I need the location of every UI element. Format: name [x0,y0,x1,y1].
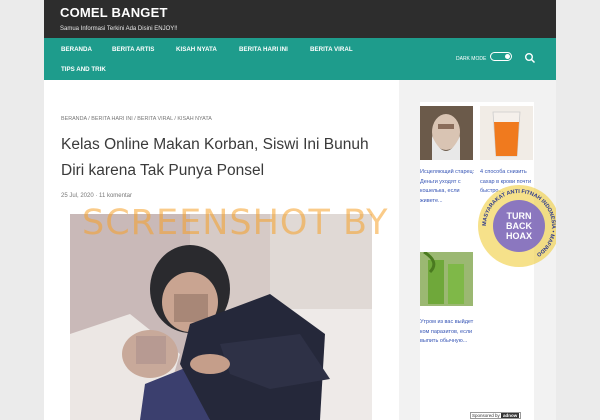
badge-line-2: BACK [506,221,532,231]
turn-back-hoax-badge: MASYARAKAT ANTI FITNAH INDONESIA • MAFIN… [478,185,556,267]
nav-item-tips-and-trik[interactable]: TIPS AND TRIK [61,66,106,73]
ad-thumb-green-drink[interactable] [420,252,473,306]
site-title[interactable]: COMEL BANGET [60,5,556,20]
article-photo-art [70,214,372,420]
ad-caption-3[interactable]: Утром из вас выйдет ком паразитов, если … [420,318,480,347]
nav-item-berita-hari-ini[interactable]: BERITA HARI INI [239,46,288,53]
site-header: COMEL BANGET Samua Informasi Terkini Ada… [44,0,556,38]
breadcrumb[interactable]: BERANDA / BERITA HARI INI / BERITA VIRAL… [61,116,212,122]
article-column: BERANDA / BERITA HARI INI / BERITA VIRAL… [44,80,399,420]
toggle-knob [505,54,510,59]
article-date: 25 Jul, 2020 [61,193,94,199]
article-title: Kelas Online Makan Korban, Siswi Ini Bun… [61,136,369,179]
nav-item-berita-viral[interactable]: BERITA VIRAL [310,46,353,53]
dark-mode-toggle[interactable] [490,52,512,61]
nav-item-beranda[interactable]: BERANDA [61,46,92,53]
ad-caption-1[interactable]: Исцеляющий старец: Деньги уходят с кошел… [420,168,476,206]
nav-item-berita-artis[interactable]: BERITA ARTIS [112,46,154,53]
badge-line-3: HOAX [506,231,532,241]
search-icon[interactable] [524,51,536,69]
dark-mode-label: DARK MODE [456,56,487,62]
nav-item-kisah-nyata[interactable]: KISAH NYATA [176,46,217,53]
screenshot-watermark: SCREENSHOT BY [82,203,389,243]
comment-count[interactable]: 11 komentar [99,193,132,199]
article-photo [70,214,372,420]
sponsored-label: Sponsored by [472,413,500,418]
article-meta: 25 Jul, 2020 · 11 komentar [61,193,132,199]
site-tagline: Samua Informasi Terkini Ada Disini ENJOY… [60,26,178,32]
badge-line-1: TURN [507,211,532,221]
sponsor-logo: adnow [501,413,520,418]
ad-thumb-juice[interactable] [480,106,533,160]
meta-separator: · [95,193,98,199]
ad-thumb-old-man[interactable] [420,106,473,160]
sponsored-by[interactable]: Sponsored by adnow [470,412,522,419]
main-nav: BERANDA BERITA ARTIS KISAH NYATA BERITA … [44,38,556,80]
